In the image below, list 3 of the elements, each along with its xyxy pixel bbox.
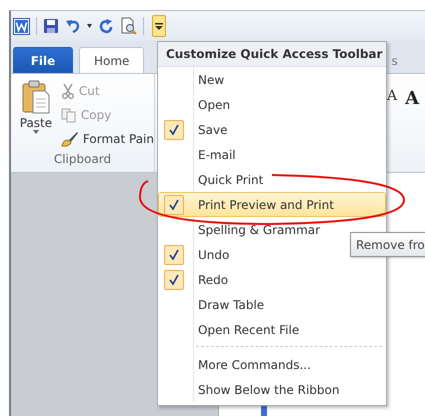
group-label: Clipboard	[52, 152, 112, 168]
menu-title: Customize Quick Access Toolbar	[158, 42, 386, 67]
tooltip: Remove fro	[350, 232, 425, 257]
